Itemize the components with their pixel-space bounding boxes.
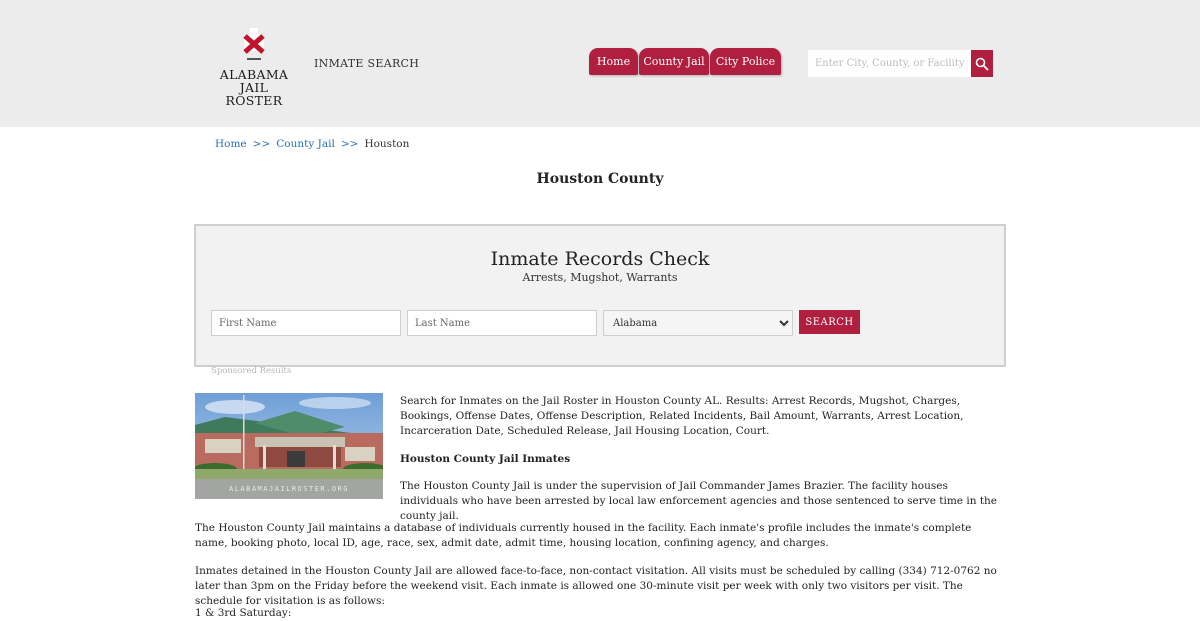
breadcrumb-county-jail-link[interactable]: County Jail xyxy=(276,138,335,150)
inmate-search-link[interactable]: INMATE SEARCH xyxy=(314,57,419,70)
state-select[interactable]: Alabama xyxy=(603,310,793,336)
facility-search-button[interactable] xyxy=(971,50,993,77)
jail-building-illustration: ALABAMAJAILROSTER.ORG xyxy=(195,393,383,499)
records-search-button[interactable]: SEARCH xyxy=(799,310,860,334)
last-name-input[interactable] xyxy=(407,310,597,336)
sponsored-results-label: Sponsored Results xyxy=(211,366,292,376)
breadcrumb-separator: >> xyxy=(252,138,271,150)
breadcrumb-current: Houston xyxy=(364,138,410,150)
first-name-input[interactable] xyxy=(211,310,401,336)
main-nav: Home County Jail City Police xyxy=(589,48,782,75)
site-header: ALABAMA JAIL ROSTER INMATE SEARCH Home C… xyxy=(0,0,1200,127)
supervision-paragraph: The Houston County Jail is under the sup… xyxy=(400,480,998,523)
records-panel-subtitle: Arrests, Mugshot, Warrants xyxy=(522,271,678,284)
photo-watermark: ALABAMAJAILROSTER.ORG xyxy=(229,485,349,493)
breadcrumb: Home >> County Jail >> Houston xyxy=(215,138,409,150)
nav-tab-home[interactable]: Home xyxy=(589,48,638,75)
database-paragraph: The Houston County Jail maintains a data… xyxy=(195,522,972,550)
records-panel-title: Inmate Records Check xyxy=(490,248,710,270)
page-title: Houston County xyxy=(536,171,664,187)
inmate-records-panel: Inmate Records Check Arrests, Mugshot, W… xyxy=(194,224,1006,367)
logo-text-jail-roster: JAIL ROSTER xyxy=(225,80,283,108)
site-logo[interactable]: ALABAMA JAIL ROSTER xyxy=(212,28,296,107)
inmates-heading: Houston County Jail Inmates xyxy=(400,453,571,465)
schedule-heading: 1 & 3rd Saturday: xyxy=(195,607,292,619)
jail-building-photo: ALABAMAJAILROSTER.ORG xyxy=(195,393,383,499)
search-icon xyxy=(975,57,989,71)
breadcrumb-separator: >> xyxy=(340,138,359,150)
alabama-flag-icon xyxy=(243,28,265,60)
visitation-paragraph: Inmates detained in the Houston County J… xyxy=(195,565,997,608)
nav-tab-city-police[interactable]: City Police xyxy=(710,48,781,75)
facility-search-input[interactable] xyxy=(808,50,971,77)
nav-tab-county-jail[interactable]: County Jail xyxy=(639,48,709,75)
intro-paragraph: Search for Inmates on the Jail Roster in… xyxy=(400,395,964,438)
breadcrumb-home-link[interactable]: Home xyxy=(215,138,247,150)
